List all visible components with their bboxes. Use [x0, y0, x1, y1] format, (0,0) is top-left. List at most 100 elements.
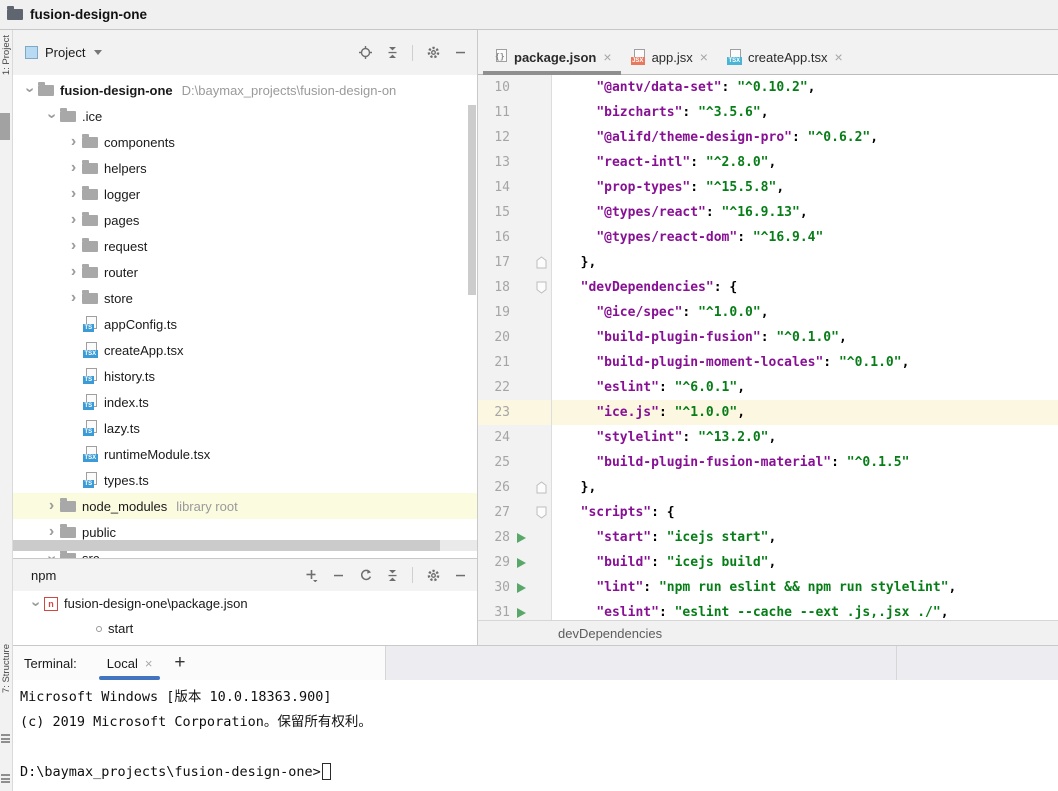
locate-button[interactable] — [358, 46, 372, 60]
code-line[interactable]: 17 }, — [478, 250, 1058, 275]
chevron-down-icon[interactable]: › — [21, 82, 38, 98]
new-terminal-button[interactable]: + — [174, 652, 185, 674]
tree-item[interactable]: ›logger — [13, 181, 477, 207]
tree-item[interactable]: ›request — [13, 233, 477, 259]
code-line[interactable]: 19 "@ice/spec": "^1.0.0", — [478, 300, 1058, 325]
code-line[interactable]: 16 "@types/react-dom": "^16.9.4" — [478, 225, 1058, 250]
editor-tab-app.jsx[interactable]: JSXapp.jsx× — [621, 40, 717, 74]
collapse-all-button[interactable] — [385, 568, 399, 582]
terminal-tool-icon[interactable] — [1, 774, 10, 783]
chevron-right-icon[interactable]: › — [65, 186, 82, 202]
code-line[interactable]: 22 "eslint": "^6.0.1", — [478, 375, 1058, 400]
breadcrumb[interactable]: devDependencies — [478, 620, 1058, 645]
project-panel-title[interactable]: Project — [45, 45, 85, 60]
code-line[interactable]: 24 "stylelint": "^13.2.0", — [478, 425, 1058, 450]
code-line[interactable]: 27 "scripts": { — [478, 500, 1058, 525]
close-icon[interactable]: × — [603, 49, 611, 65]
stripe-scroll-thumb[interactable] — [0, 113, 10, 140]
code-line[interactable]: 29 "build": "icejs build", — [478, 550, 1058, 575]
chevron-down-icon[interactable]: › — [27, 596, 44, 612]
close-icon[interactable]: × — [145, 656, 153, 671]
code-line[interactable]: 11 "bizcharts": "^3.5.6", — [478, 100, 1058, 125]
collapse-all-button[interactable] — [385, 46, 399, 60]
breadcrumb-item[interactable]: devDependencies — [558, 626, 662, 641]
chevron-right-icon[interactable]: › — [65, 264, 82, 280]
tree-item[interactable]: ›TSXcreateApp.tsx — [13, 337, 477, 363]
run-script-icon[interactable] — [510, 558, 532, 568]
code-line[interactable]: 28 "start": "icejs start", — [478, 525, 1058, 550]
terminal-output[interactable]: Microsoft Windows [版本 10.0.18363.900](c)… — [13, 680, 1058, 791]
chevron-right-icon[interactable]: › — [65, 290, 82, 306]
code-line[interactable]: 23 "ice.js": "^1.0.0", — [478, 400, 1058, 425]
tree-item[interactable]: ›TSappConfig.ts — [13, 311, 477, 337]
editor-tab-bar: {}package.json×JSXapp.jsx×TSXcreateApp.t… — [478, 30, 1058, 75]
chevron-right-icon[interactable]: › — [65, 212, 82, 228]
code-line[interactable]: 25 "build-plugin-fusion-material": "^0.1… — [478, 450, 1058, 475]
code-line[interactable]: 15 "@types/react": "^16.9.13", — [478, 200, 1058, 225]
chevron-down-icon[interactable] — [94, 50, 102, 55]
tree-item[interactable]: ›.ice — [13, 103, 477, 129]
settings-button[interactable] — [426, 568, 440, 582]
chevron-right-icon[interactable]: › — [43, 498, 60, 514]
code-line[interactable]: 13 "react-intl": "^2.8.0", — [478, 150, 1058, 175]
npm-scripts-tree: ›nfusion-design-one\package.jsonstart — [13, 591, 477, 645]
tree-item[interactable]: ›TSlazy.ts — [13, 415, 477, 441]
fold-marker-icon[interactable] — [532, 506, 550, 519]
chevron-right-icon[interactable]: › — [65, 134, 82, 150]
code-line[interactable]: 30 "lint": "npm run eslint && npm run st… — [478, 575, 1058, 600]
tree-item[interactable]: ›helpers — [13, 155, 477, 181]
terminal-tab-local[interactable]: Local × — [99, 646, 161, 680]
code-line[interactable]: 26 }, — [478, 475, 1058, 500]
code-line[interactable]: 14 "prop-types": "^15.5.8", — [478, 175, 1058, 200]
tree-item[interactable]: ›store — [13, 285, 477, 311]
terminal-tab-label[interactable]: Local — [107, 656, 138, 671]
run-script-icon[interactable] — [510, 583, 532, 593]
ts-file-icon: TS — [83, 420, 98, 436]
run-script-icon[interactable] — [510, 533, 532, 543]
terminal-prompt-line[interactable]: D:\baymax_projects\fusion-design-one> — [20, 760, 1058, 785]
close-icon[interactable]: × — [834, 49, 842, 65]
npm-package-row[interactable]: ›nfusion-design-one\package.json — [13, 591, 477, 616]
add-script-button[interactable] — [304, 568, 318, 582]
editor-tab-createApp.tsx[interactable]: TSXcreateApp.tsx× — [717, 40, 852, 74]
tree-item[interactable]: ›TSindex.ts — [13, 389, 477, 415]
fold-marker-icon[interactable] — [532, 481, 550, 494]
fold-marker-icon[interactable] — [532, 256, 550, 269]
code-editor[interactable]: 10 "@antv/data-set": "^0.10.2",11 "bizch… — [478, 75, 1058, 620]
tree-item[interactable]: ›pages — [13, 207, 477, 233]
stripe-structure-label[interactable]: 7: Structure — [1, 644, 12, 693]
code-line[interactable]: 18 "devDependencies": { — [478, 275, 1058, 300]
editor-gutter: 20 — [478, 325, 552, 350]
tree-item[interactable]: ›TShistory.ts — [13, 363, 477, 389]
code-line[interactable]: 10 "@antv/data-set": "^0.10.2", — [478, 75, 1058, 100]
editor-tab-package.json[interactable]: {}package.json× — [483, 40, 621, 74]
hide-panel-button[interactable] — [453, 568, 467, 582]
remove-script-button[interactable] — [331, 568, 345, 582]
code-line[interactable]: 31 "eslint": "eslint --cache --ext .js,.… — [478, 600, 1058, 620]
chevron-down-icon[interactable]: › — [43, 108, 60, 124]
tree-item[interactable]: ›router — [13, 259, 477, 285]
favorites-tool-icon[interactable] — [1, 734, 10, 743]
chevron-right-icon[interactable]: › — [43, 524, 60, 540]
stripe-project-label[interactable]: 1: Project — [1, 35, 12, 75]
chevron-right-icon[interactable]: › — [65, 238, 82, 254]
tree-item[interactable]: ›TSXruntimeModule.tsx — [13, 441, 477, 467]
tree-item[interactable]: ›TStypes.ts — [13, 467, 477, 493]
settings-button[interactable] — [426, 46, 440, 60]
close-icon[interactable]: × — [700, 49, 708, 65]
hide-panel-button[interactable] — [453, 46, 467, 60]
chevron-down-icon[interactable]: › — [43, 550, 60, 558]
code-line[interactable]: 21 "build-plugin-moment-locales": "^0.1.… — [478, 350, 1058, 375]
run-script-icon[interactable] — [510, 608, 532, 618]
tree-item[interactable]: ›node_moduleslibrary root — [13, 493, 477, 519]
fold-marker-icon[interactable] — [532, 281, 550, 294]
chevron-right-icon[interactable]: › — [65, 160, 82, 176]
refresh-button[interactable] — [358, 568, 372, 582]
project-horizontal-scrollbar[interactable] — [13, 540, 477, 551]
tree-item[interactable]: ›components — [13, 129, 477, 155]
code-line[interactable]: 12 "@alifd/theme-design-pro": "^0.6.2", — [478, 125, 1058, 150]
project-vertical-scrollbar[interactable] — [468, 105, 476, 295]
npm-script-row[interactable]: start — [13, 616, 477, 641]
code-line[interactable]: 20 "build-plugin-fusion": "^0.1.0", — [478, 325, 1058, 350]
tree-item[interactable]: ›fusion-design-oneD:\baymax_projects\fus… — [13, 77, 477, 103]
